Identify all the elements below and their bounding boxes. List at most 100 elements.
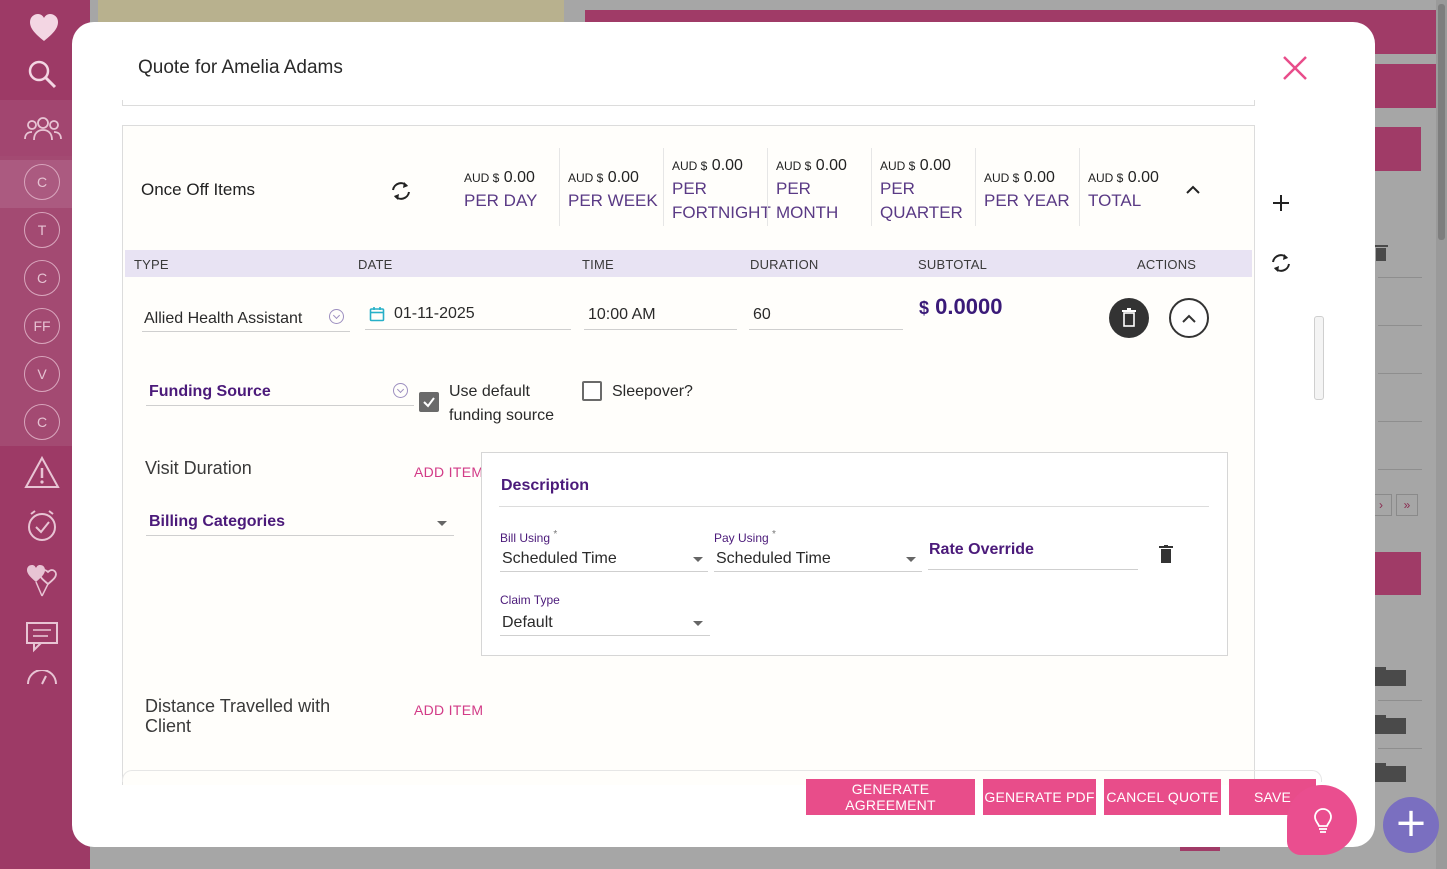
subtotal-amount: 0.0000 (935, 294, 1003, 319)
collapse-chevron-up-icon[interactable] (1185, 183, 1201, 195)
modal-scrollbar-thumb[interactable] (1314, 316, 1324, 400)
cancel-quote-button[interactable]: CANCEL QUOTE (1104, 779, 1221, 815)
search-icon[interactable] (26, 58, 58, 90)
field-underline (500, 635, 710, 636)
stat-label: PER (880, 179, 915, 198)
client-avatar[interactable]: FF (24, 308, 60, 344)
stat-currency: AUD $ (1088, 171, 1124, 185)
dropdown-chevron-icon[interactable] (329, 309, 344, 324)
stat-total: AUD $ 0.00 TOTAL (1088, 169, 1159, 247)
background-pagination-last[interactable]: » (1396, 494, 1418, 516)
description-title: Description (501, 477, 590, 494)
sleepover-checkbox[interactable] (582, 381, 602, 401)
previous-section-edge (122, 100, 1255, 106)
service-type-select[interactable]: Allied Health Assistant (144, 310, 302, 328)
close-icon[interactable] (1280, 53, 1310, 83)
help-fab[interactable] (1287, 785, 1357, 855)
client-avatar[interactable]: C (24, 164, 60, 200)
section-title: Once Off Items (141, 180, 256, 199)
add-distance-item-button[interactable]: ADD ITEM (414, 702, 483, 718)
stat-divider (559, 148, 560, 226)
stat-per-fortnight: AUD $ 0.00 PER FORTNIGHT (672, 157, 771, 235)
stat-label: PER WEEK (568, 191, 658, 210)
background-add-fab[interactable]: + (1383, 797, 1439, 853)
clock-check-icon[interactable] (24, 508, 60, 544)
stat-currency: AUD $ (984, 171, 1020, 185)
claim-type-select[interactable]: Default (502, 614, 553, 632)
use-default-label-line: Use default (449, 383, 530, 400)
client-avatar[interactable]: C (24, 260, 60, 296)
duration-input[interactable]: 60 (753, 306, 771, 324)
background-row-divider (1378, 277, 1422, 278)
add-section-icon[interactable] (1270, 192, 1292, 214)
stat-currency: AUD $ (568, 171, 604, 185)
collapse-row-button[interactable] (1169, 298, 1209, 338)
people-group-icon (24, 117, 62, 141)
subtotal-currency: $ (919, 298, 930, 318)
billing-categories-select[interactable]: Billing Categories (149, 513, 285, 531)
trash-icon (1122, 308, 1136, 327)
field-underline (714, 571, 922, 572)
calendar-icon[interactable] (369, 306, 385, 322)
table-header: TYPE DATE TIME DURATION SUBTOTAL ACTIONS (125, 250, 1252, 277)
bill-using-label: Bill Using * (500, 529, 557, 545)
background-trash-icon (1374, 245, 1388, 261)
funding-source-select[interactable]: Funding Source (149, 383, 271, 401)
hearts-balloon-icon[interactable] (24, 562, 60, 598)
caret-down-icon[interactable] (693, 557, 703, 562)
field-underline (749, 329, 903, 330)
distance-label-line: Client (145, 716, 192, 736)
pay-using-select[interactable]: Scheduled Time (716, 550, 831, 568)
pay-using-label-text: Pay Using (714, 531, 769, 545)
column-header-actions: ACTIONS (1137, 257, 1197, 272)
required-mark: * (772, 529, 776, 540)
stat-divider (871, 148, 872, 226)
caret-down-icon[interactable] (906, 557, 916, 562)
chat-icon[interactable] (24, 617, 60, 653)
stat-per-week: AUD $ 0.00 PER WEEK (568, 169, 658, 247)
subtotal-value: $ 0.0000 (919, 294, 1002, 320)
background-row-divider (1378, 421, 1422, 422)
client-avatar[interactable]: V (24, 356, 60, 392)
caret-down-icon[interactable] (693, 621, 703, 626)
caret-down-icon[interactable] (437, 521, 447, 526)
generate-pdf-button[interactable]: GENERATE PDF (983, 779, 1096, 815)
stat-label: MONTH (776, 203, 839, 222)
refresh-icon[interactable] (1270, 252, 1292, 274)
dropdown-chevron-icon[interactable] (393, 383, 408, 398)
background-scrollbar-thumb[interactable] (1438, 4, 1445, 240)
stat-label: FORTNIGHT (672, 203, 771, 222)
bill-using-select[interactable]: Scheduled Time (502, 550, 617, 568)
stat-amount: 0.00 (607, 169, 639, 186)
background-row-divider (1378, 748, 1422, 749)
background-row-divider (1378, 325, 1422, 326)
gauge-icon[interactable] (24, 670, 60, 706)
column-header-time: TIME (582, 257, 614, 272)
background-button (1375, 552, 1421, 595)
recalculate-icon[interactable] (390, 180, 412, 202)
date-input[interactable]: 01-11-2025 (394, 305, 475, 323)
stat-currency: AUD $ (464, 171, 500, 185)
field-underline (146, 535, 454, 536)
delete-billing-line-icon[interactable] (1159, 545, 1173, 563)
heart-logo-icon (30, 14, 58, 41)
use-default-funding-checkbox[interactable] (419, 392, 439, 412)
stat-divider (1079, 148, 1080, 226)
client-avatar[interactable]: C (24, 404, 60, 440)
stat-label: PER (776, 179, 811, 198)
sleepover-label: Sleepover? (612, 383, 693, 400)
time-input[interactable]: 10:00 AM (588, 306, 656, 324)
delete-row-button[interactable] (1109, 298, 1149, 338)
column-header-date: DATE (358, 257, 393, 272)
rate-override-input[interactable]: Rate Override (929, 541, 1034, 559)
stat-amount: 0.00 (503, 169, 535, 186)
bill-using-label-text: Bill Using (500, 531, 551, 545)
chevron-up-icon (1182, 314, 1196, 323)
field-underline (928, 569, 1138, 570)
stat-label: QUARTER (880, 203, 963, 222)
warning-icon[interactable] (24, 455, 60, 491)
stat-label: TOTAL (1088, 191, 1142, 210)
client-avatar[interactable]: T (24, 212, 60, 248)
generate-agreement-button[interactable]: GENERATE AGREEMENT (806, 779, 975, 815)
add-visit-item-button[interactable]: ADD ITEM (414, 464, 483, 480)
